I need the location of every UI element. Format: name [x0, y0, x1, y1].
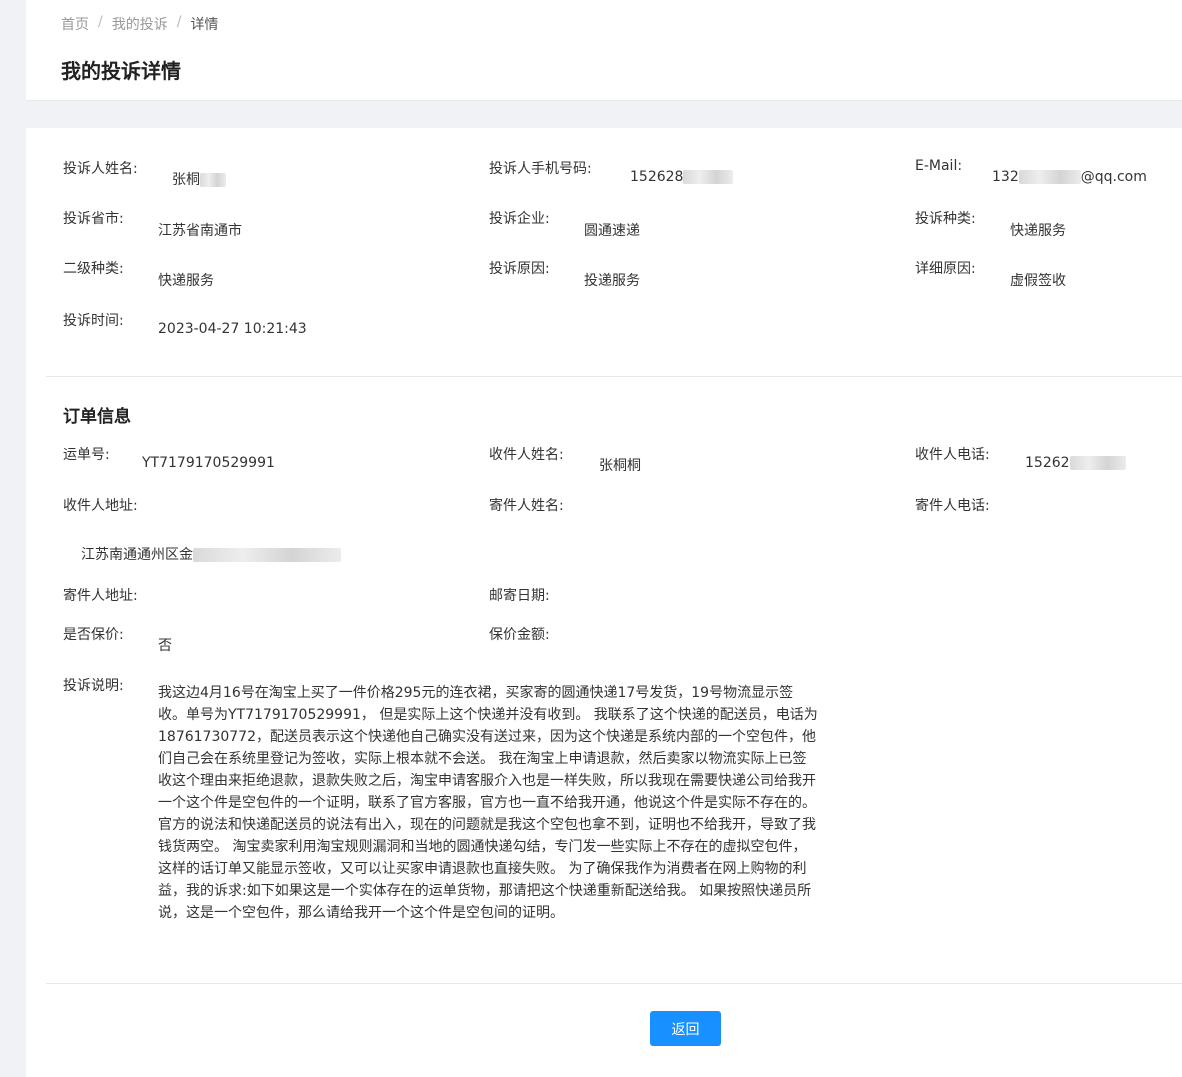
reason-value: 投递服务 [584, 273, 640, 289]
mail-date-label: 邮寄日期: [489, 588, 550, 604]
complaint-time-label: 投诉时间: [63, 313, 124, 329]
redaction-mask [1018, 170, 1081, 184]
detail-reason-value: 虚假签收 [1010, 273, 1066, 289]
subtype-value: 快递服务 [158, 273, 214, 289]
sender-address-label: 寄件人地址: [63, 588, 138, 604]
receiver-address-label: 收件人地址: [63, 498, 138, 514]
company-label: 投诉企业: [489, 211, 550, 227]
receiver-phone-label: 收件人电话: [915, 447, 990, 463]
page: 首页 / 我的投诉 / 详情 我的投诉详情 投诉人姓名: 张桐 投诉人手机号码:… [0, 0, 1182, 1077]
description-label: 投诉说明: [63, 678, 124, 694]
complainant-name-value: 张桐 [172, 169, 226, 189]
complainant-phone-value: 152628 [630, 169, 734, 185]
complaint-type-label: 投诉种类: [915, 211, 976, 227]
complaint-time-value: 2023-04-27 10:21:43 [158, 321, 307, 337]
receiver-name-value: 张桐桐 [599, 458, 641, 474]
breadcrumb-home-link[interactable]: 首页 [61, 14, 89, 34]
reason-label: 投诉原因: [489, 261, 550, 277]
receiver-name-label: 收件人姓名: [489, 447, 564, 463]
insured-amount-label: 保价金额: [489, 627, 550, 643]
redaction-mask [193, 548, 341, 562]
redaction-mask [1069, 456, 1126, 470]
email-value: 132 @qq.com [992, 169, 1147, 185]
order-section-title: 订单信息 [63, 407, 131, 427]
section-divider [46, 983, 1182, 984]
waybill-value: YT7179170529991 [142, 455, 275, 471]
detail-card: 投诉人姓名: 张桐 投诉人手机号码: 152628 E-Mail: 132 @qq… [26, 128, 1182, 1077]
complainant-name-label: 投诉人姓名: [63, 161, 138, 177]
complainant-phone-label: 投诉人手机号码: [489, 161, 592, 177]
breadcrumb-complaints-link[interactable]: 我的投诉 [112, 14, 168, 34]
complaint-type-value: 快递服务 [1010, 223, 1066, 239]
breadcrumb: 首页 / 我的投诉 / 详情 [61, 14, 218, 34]
email-label: E-Mail: [915, 158, 963, 174]
back-button[interactable]: 返回 [650, 1011, 721, 1046]
page-header: 首页 / 我的投诉 / 详情 我的投诉详情 [26, 0, 1182, 101]
detail-reason-label: 详细原因: [915, 261, 976, 277]
section-divider [46, 376, 1182, 377]
sender-name-label: 寄件人姓名: [489, 498, 564, 514]
redaction-mask [200, 173, 226, 187]
sender-phone-label: 寄件人电话: [915, 498, 990, 514]
province-value: 江苏省南通市 [158, 223, 242, 239]
receiver-address-value: 江苏南通通州区金 [81, 544, 341, 564]
company-value: 圆通速递 [584, 223, 640, 239]
insured-label: 是否保价: [63, 627, 124, 643]
breadcrumb-separator: / [176, 14, 182, 30]
waybill-label: 运单号: [63, 447, 110, 463]
redaction-mask [683, 170, 734, 184]
subtype-label: 二级种类: [63, 261, 124, 277]
breadcrumb-separator: / [98, 14, 103, 30]
province-label: 投诉省市: [63, 211, 124, 227]
breadcrumb-current: 详情 [190, 17, 219, 33]
insured-value: 否 [158, 638, 172, 654]
receiver-phone-value: 15262 [1025, 455, 1126, 471]
description-text: 我这边4月16号在淘宝上买了一件价格295元的连衣裙，买家寄的圆通快递17号发货… [158, 685, 818, 921]
page-title: 我的投诉详情 [61, 59, 181, 83]
